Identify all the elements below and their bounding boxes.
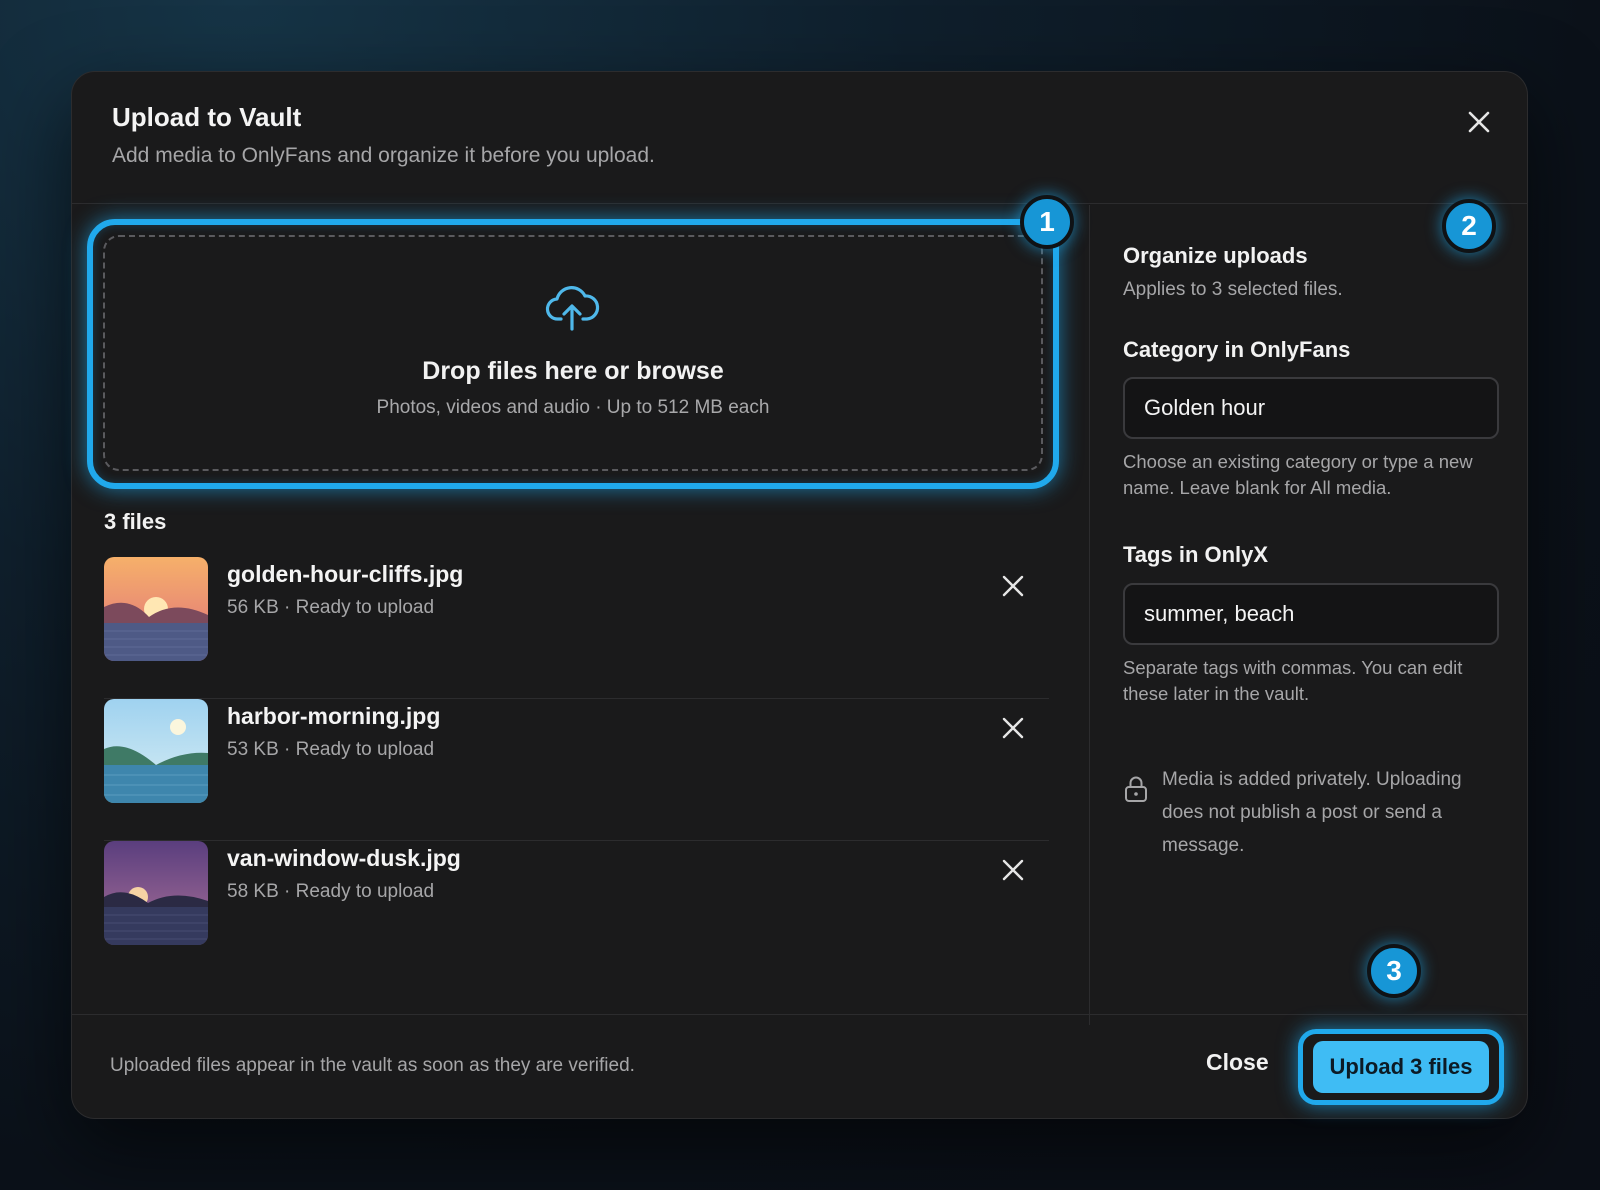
file-row: van-window-dusk.jpg 58 KB · Ready to upl…	[104, 841, 1049, 983]
footer-note: Uploaded files appear in the vault as so…	[110, 1055, 635, 1076]
file-row: golden-hour-cliffs.jpg 56 KB · Ready to …	[104, 557, 1049, 699]
step-badge-2: 2	[1442, 199, 1496, 253]
file-meta: 58 KB · Ready to upload	[227, 881, 435, 902]
file-row: harbor-morning.jpg 53 KB · Ready to uplo…	[104, 699, 1049, 841]
dialog-footer: Uploaded files appear in the vault as so…	[72, 1014, 1527, 1118]
files-panel: Drop files here or browse Photos, videos…	[72, 195, 1088, 1025]
privacy-note: Media is added privately. Uploading does…	[1162, 769, 1462, 856]
file-meta: 53 KB · Ready to upload	[227, 739, 435, 760]
files-count: 3 files	[104, 509, 167, 534]
tags-label: Tags in OnlyX	[1123, 542, 1269, 567]
dropzone-title: Drop files here or browse	[422, 357, 724, 385]
dialog-subtitle: Add media to OnlyFans and organize it be…	[112, 144, 655, 167]
file-name: van-window-dusk.jpg	[227, 845, 461, 871]
dropzone-subtitle: Photos, videos and audio · Up to 512 MB …	[376, 397, 770, 418]
category-label: Category in OnlyFans	[1123, 337, 1351, 362]
tags-help: Separate tags with commas. You can edit …	[1123, 657, 1463, 704]
step-badge-3: 3	[1367, 944, 1421, 998]
organize-title: Organize uploads	[1123, 243, 1308, 268]
dropzone[interactable]: Drop files here or browse Photos, videos…	[103, 235, 1043, 471]
lock-icon	[1125, 776, 1147, 802]
tags-input[interactable]	[1123, 583, 1499, 645]
close-icon[interactable]	[1463, 106, 1495, 138]
organize-subtitle: Applies to 3 selected files.	[1123, 279, 1343, 300]
remove-file-icon[interactable]	[998, 713, 1028, 743]
upload-dialog: Upload to Vault Add media to OnlyFans an…	[71, 71, 1528, 1119]
step-badge-1: 1	[1020, 195, 1074, 249]
file-thumbnail	[104, 699, 208, 803]
file-thumbnail	[104, 841, 208, 945]
remove-file-icon[interactable]	[998, 571, 1028, 601]
upload-button[interactable]: Upload 3 files	[1313, 1041, 1489, 1093]
file-name: harbor-morning.jpg	[227, 703, 441, 729]
category-input[interactable]	[1123, 377, 1499, 439]
file-name: golden-hour-cliffs.jpg	[227, 561, 464, 587]
category-help: Choose an existing category or type a ne…	[1123, 451, 1473, 498]
dialog-header: Upload to Vault Add media to OnlyFans an…	[72, 72, 1527, 204]
close-button[interactable]: Close	[1206, 1049, 1269, 1076]
dialog-title: Upload to Vault	[112, 102, 302, 132]
cloud-upload-icon	[545, 286, 600, 331]
organize-panel: 2 Organize uploads Applies to 3 selected…	[1089, 199, 1528, 1025]
file-thumbnail	[104, 557, 208, 661]
file-meta: 56 KB · Ready to upload	[227, 597, 435, 618]
remove-file-icon[interactable]	[998, 855, 1028, 885]
